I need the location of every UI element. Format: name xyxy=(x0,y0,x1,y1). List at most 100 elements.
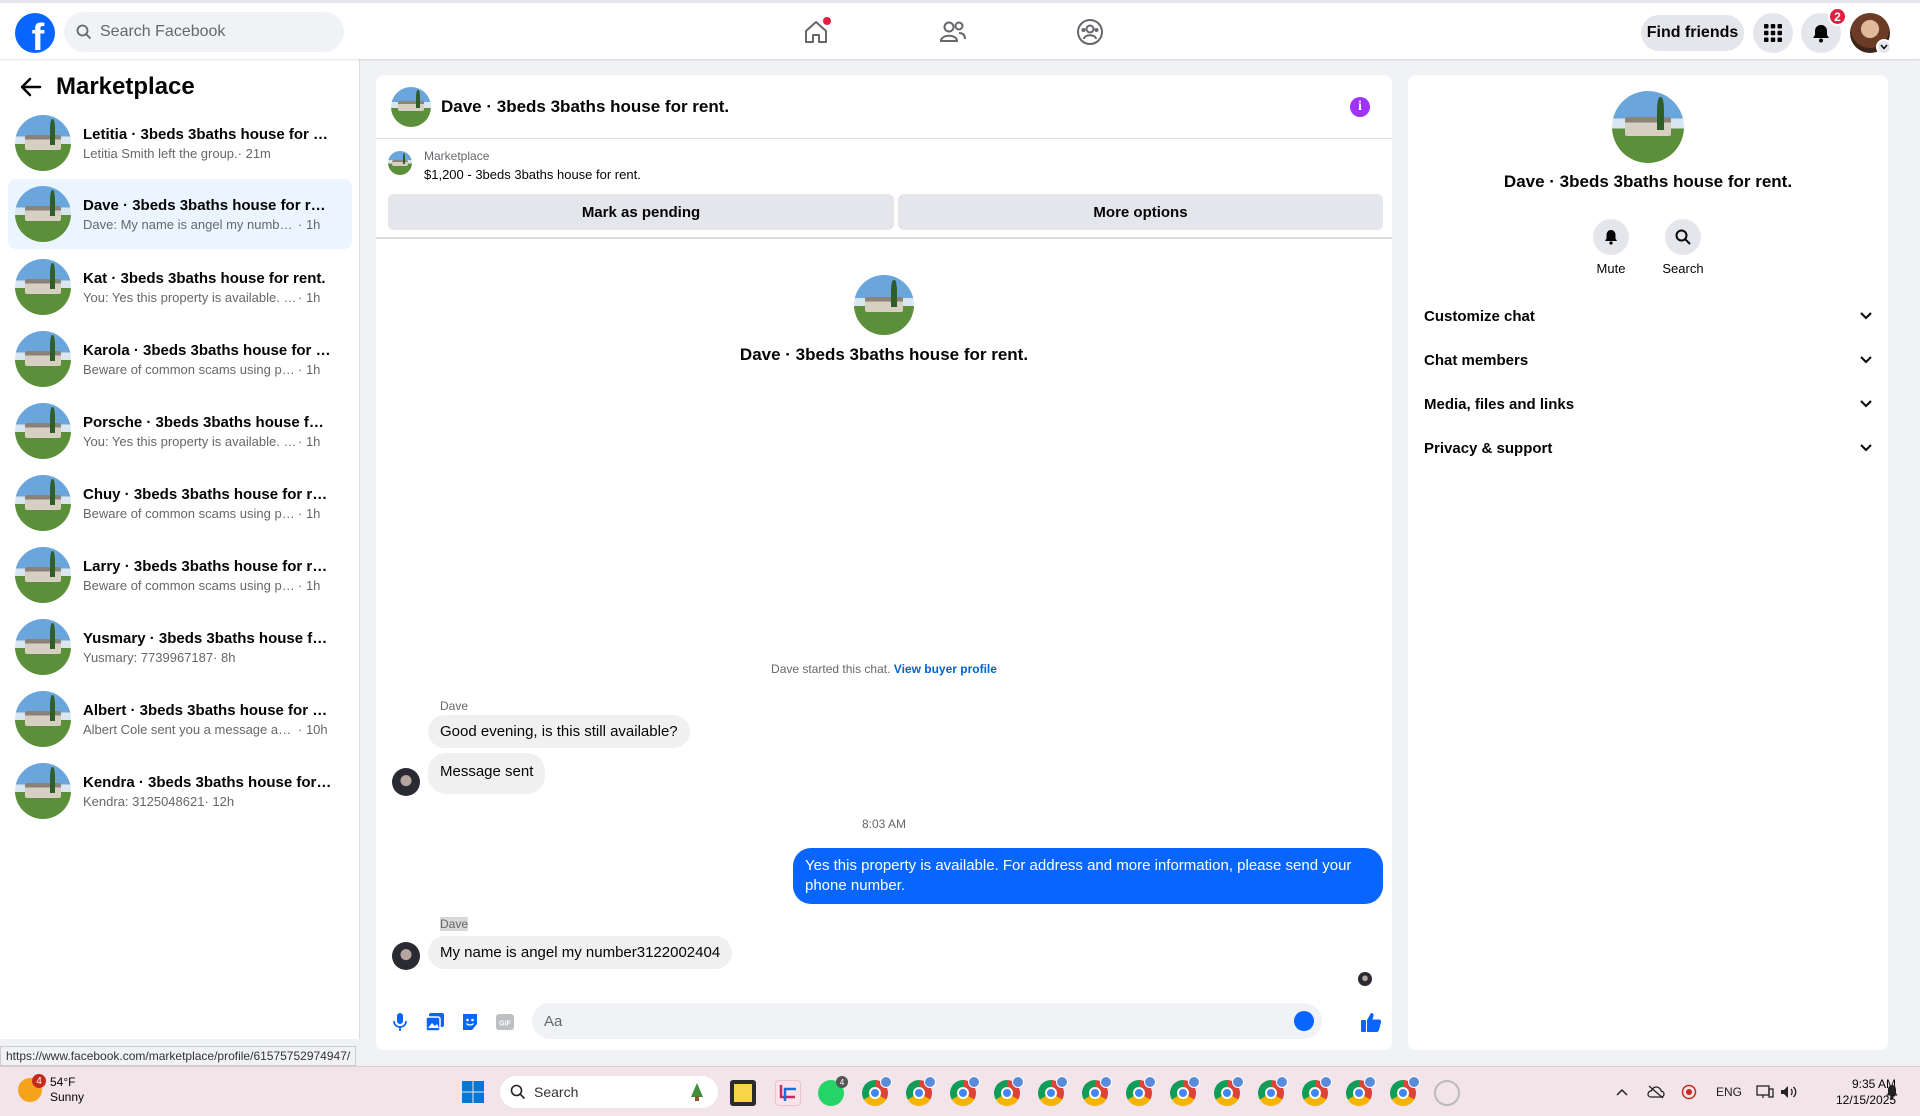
show-hidden-icons-button[interactable] xyxy=(1615,1067,1629,1116)
friends-icon xyxy=(939,21,966,42)
notifications-button[interactable]: 2 xyxy=(1801,7,1847,53)
chrome-profile-icon[interactable] xyxy=(1126,1076,1156,1106)
listing-thumbnail[interactable] xyxy=(388,151,412,175)
conversation-time: · 12h xyxy=(204,793,235,809)
conversation-item[interactable]: Karola · 3beds 3baths house for re... Be… xyxy=(8,324,352,394)
customize-chat-row[interactable]: Customize chat xyxy=(1424,298,1872,334)
chrome-profile-icon[interactable] xyxy=(1082,1076,1112,1106)
conversation-preview: Kendra: 3125048621 xyxy=(83,793,205,809)
chevron-down-icon xyxy=(1860,400,1872,408)
groups-nav-button[interactable] xyxy=(1075,17,1105,47)
conversation-item[interactable]: Larry · 3beds 3baths house for rent. Bew… xyxy=(8,540,352,610)
network-tray-icon[interactable] xyxy=(1756,1067,1774,1116)
sidebar-header: Marketplace xyxy=(20,73,195,101)
outgoing-message[interactable]: Yes this property is available. For addr… xyxy=(793,848,1383,904)
volume-tray-icon[interactable] xyxy=(1780,1067,1798,1116)
back-arrow-icon[interactable] xyxy=(20,77,42,97)
gif-icon: GIF xyxy=(496,1014,514,1030)
listing-price-title[interactable]: $1,200 - 3beds 3baths house for rent. xyxy=(424,167,641,182)
facebook-logo[interactable]: f xyxy=(15,13,55,53)
menu-grid-icon xyxy=(1764,24,1782,42)
conversation-preview: Beware of common scams using pay... xyxy=(83,505,298,521)
chrome-profile-icon[interactable] xyxy=(1038,1076,1068,1106)
conversation-title: Porsche · 3beds 3baths house for r... xyxy=(83,413,333,431)
search-icon xyxy=(76,24,92,40)
incoming-message[interactable]: Message sent xyxy=(428,753,546,794)
chrome-profile-icon[interactable] xyxy=(1302,1076,1332,1106)
snipping-tool-app-icon[interactable] xyxy=(775,1080,801,1106)
network-icon xyxy=(1756,1085,1774,1098)
taskbar-search-box[interactable]: Search xyxy=(500,1076,718,1108)
conversation-item[interactable]: Letitia · 3beds 3baths house for re... L… xyxy=(8,108,352,178)
search-facebook-input[interactable]: Search Facebook xyxy=(64,12,344,52)
mute-action[interactable]: Mute xyxy=(1581,219,1641,276)
start-button[interactable] xyxy=(461,1080,485,1109)
svg-text:GIF: GIF xyxy=(499,1021,511,1028)
find-friends-button[interactable]: Find friends xyxy=(1641,15,1744,51)
privacy-support-row[interactable]: Privacy & support xyxy=(1424,430,1872,466)
like-button[interactable] xyxy=(1360,1011,1382,1033)
conversation-item[interactable]: Kendra · 3beds 3baths house for r... Ken… xyxy=(8,756,352,826)
message-input[interactable]: Aa xyxy=(532,1003,1322,1039)
details-avatar[interactable] xyxy=(1612,91,1684,163)
menu-button[interactable] xyxy=(1753,13,1793,53)
emoji-icon[interactable] xyxy=(1294,1011,1314,1031)
chrome-profile-icon[interactable] xyxy=(1214,1076,1244,1106)
app-icon-inactive[interactable] xyxy=(1434,1080,1460,1106)
conversation-preview: You: Yes this property is available. For… xyxy=(83,289,298,305)
conversation-item[interactable]: Chuy · 3beds 3baths house for rent. Bewa… xyxy=(8,468,352,538)
account-chevron-icon[interactable] xyxy=(1876,39,1892,55)
security-tray-icon[interactable] xyxy=(1681,1067,1697,1116)
sticker-button[interactable] xyxy=(459,1011,481,1033)
conversation-item[interactable]: Albert · 3beds 3baths house for re... Al… xyxy=(8,684,352,754)
conversation-title: Dave · 3beds 3baths house for rent. xyxy=(83,196,333,214)
chrome-profile-icon[interactable] xyxy=(862,1076,892,1106)
chat-members-row[interactable]: Chat members xyxy=(1424,342,1872,378)
chrome-profile-icon[interactable] xyxy=(1390,1076,1420,1106)
onedrive-tray-icon[interactable] xyxy=(1647,1067,1665,1116)
conversation-title: Yusmary · 3beds 3baths house for ... xyxy=(83,629,333,647)
chrome-profile-icon[interactable] xyxy=(906,1076,936,1106)
search-action[interactable]: Search xyxy=(1653,219,1713,276)
microphone-icon xyxy=(393,1013,407,1031)
weather-widget[interactable]: 4 54°F Sunny xyxy=(18,1074,84,1105)
listing-thumbnail xyxy=(15,619,71,675)
more-options-button[interactable]: More options xyxy=(898,194,1383,230)
bell-icon xyxy=(1813,25,1829,43)
chat-title[interactable]: Dave · 3beds 3baths house for rent. xyxy=(441,97,729,117)
listing-thumbnail xyxy=(15,186,71,242)
time-separator: 8:03 AM xyxy=(861,817,907,831)
chrome-profile-icon[interactable] xyxy=(1346,1076,1376,1106)
input-language[interactable]: ENG xyxy=(1716,1067,1742,1116)
conversation-item[interactable]: Kat · 3beds 3baths house for rent. You: … xyxy=(8,252,352,322)
conversation-item-active[interactable]: Dave · 3beds 3baths house for rent. Dave… xyxy=(8,179,352,249)
search-icon xyxy=(1675,229,1691,245)
friends-nav-button[interactable] xyxy=(938,17,968,47)
incoming-message[interactable]: My name is angel my number3122002404 xyxy=(428,936,733,969)
voice-clip-button[interactable] xyxy=(389,1011,411,1033)
info-icon[interactable]: i xyxy=(1350,97,1370,117)
mark-as-pending-button[interactable]: Mark as pending xyxy=(388,194,894,230)
home-nav-button[interactable] xyxy=(801,17,831,47)
conversation-item[interactable]: Yusmary · 3beds 3baths house for ... Yus… xyxy=(8,612,352,682)
chat-avatar[interactable] xyxy=(391,86,431,127)
conversation-time: · 1h xyxy=(298,361,321,377)
chrome-profile-icon[interactable] xyxy=(950,1076,980,1106)
sender-avatar[interactable] xyxy=(392,768,420,796)
notification-center-button[interactable] xyxy=(1885,1067,1899,1116)
chrome-profile-icon[interactable] xyxy=(1170,1076,1200,1106)
chrome-profile-icon[interactable] xyxy=(994,1076,1024,1106)
sticky-notes-app-icon[interactable] xyxy=(730,1080,756,1106)
whatsapp-app-icon[interactable]: 4 xyxy=(818,1076,848,1106)
conversation-title: Letitia · 3beds 3baths house for re... xyxy=(83,125,333,143)
whatsapp-badge: 4 xyxy=(836,1076,848,1088)
chrome-profile-icon[interactable] xyxy=(1258,1076,1288,1106)
sender-avatar[interactable] xyxy=(392,942,420,970)
view-buyer-profile-link[interactable]: View buyer profile xyxy=(894,662,997,676)
attach-media-button[interactable] xyxy=(424,1011,446,1033)
media-files-links-row[interactable]: Media, files and links xyxy=(1424,386,1872,422)
incoming-message[interactable]: Good evening, is this still available? xyxy=(428,715,690,748)
conversation-item[interactable]: Porsche · 3beds 3baths house for r... Yo… xyxy=(8,396,352,466)
listing-thumbnail xyxy=(15,331,71,387)
gif-button[interactable]: GIF xyxy=(494,1011,516,1033)
